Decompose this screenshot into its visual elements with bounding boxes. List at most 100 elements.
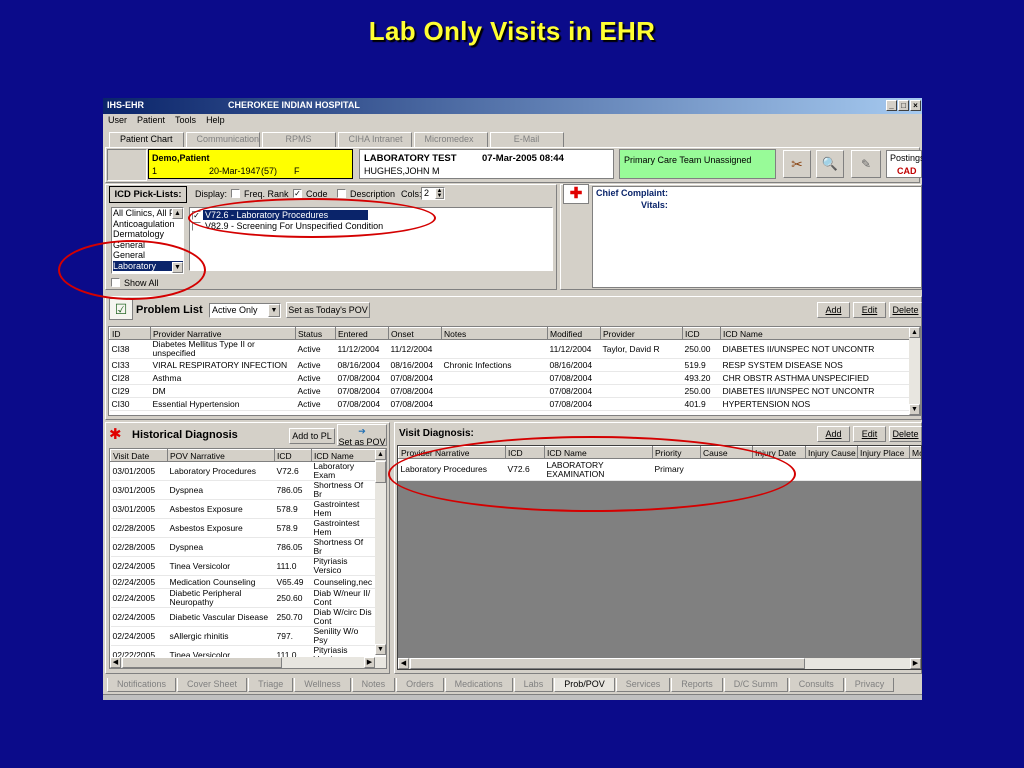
scroll-down-icon[interactable]: ▼ <box>375 644 386 655</box>
column-header[interactable]: Onset <box>388 327 442 340</box>
bottom-tab-medications[interactable]: Medications <box>444 678 513 692</box>
table-row[interactable]: CI38 Diabetes Mellitus Type II or unspeci… <box>109 339 913 359</box>
column-header[interactable]: ID <box>109 327 151 340</box>
visit-box[interactable]: LABORATORY TEST 07-Mar-2005 08:44 HUGHES… <box>359 149 614 179</box>
menu-patient[interactable]: Patient <box>137 115 165 129</box>
table-row[interactable]: CI33 VIRAL RESPIRATORY INFECTION Active 08/… <box>109 358 913 372</box>
edit-problem-button[interactable]: Edit <box>853 302 886 318</box>
scroll-thumb[interactable] <box>410 658 805 669</box>
column-header[interactable]: Notes <box>441 327 548 340</box>
column-header[interactable]: ICD <box>505 446 545 459</box>
column-header[interactable]: Status <box>295 327 336 340</box>
column-header[interactable]: ICD <box>682 327 721 340</box>
column-header[interactable]: Mod <box>909 446 921 459</box>
table-row[interactable]: CI29 DM Active 07/08/2004 07/08/2004 07/08/20… <box>109 384 913 398</box>
chevron-down-icon[interactable]: ▼ <box>268 304 280 317</box>
clinic-item[interactable]: Anticoagulation <box>113 219 183 230</box>
tab-rpms[interactable]: RPMS <box>261 132 336 147</box>
scroll-up-icon[interactable]: ▲ <box>172 208 183 219</box>
column-header[interactable]: Injury Cause <box>805 446 858 459</box>
clinic-item[interactable]: General <box>113 240 183 251</box>
icd-item-checkbox[interactable] <box>192 221 201 231</box>
column-header[interactable]: ICD <box>274 449 312 462</box>
table-row[interactable]: 02/24/2005 Tinea Versicolor 111.0 Pityriasi… <box>110 556 376 576</box>
maximize-button[interactable]: □ <box>898 100 909 111</box>
clinic-item[interactable]: General <box>113 250 183 261</box>
scroll-thumb[interactable] <box>122 657 282 668</box>
table-row[interactable]: CI28 Asthma Active 07/08/2004 07/08/2004 07/0… <box>109 371 913 385</box>
show-all-checkbox[interactable] <box>111 278 120 287</box>
historical-vscrollbar[interactable]: ▲ ▼ <box>375 449 386 655</box>
patient-box[interactable]: Demo,Patient 1 20-Mar-1947 (57) F <box>148 149 353 179</box>
historical-hscrollbar[interactable]: ◀ ▶ <box>110 657 386 668</box>
scroll-right-icon[interactable]: ▶ <box>364 657 375 668</box>
bottom-tab-services[interactable]: Services <box>615 678 671 692</box>
table-row[interactable]: 02/24/2005 sAllergic rhinitis 797. Senility… <box>110 626 376 646</box>
table-row[interactable]: 03/01/2005 Laboratory Procedures V72.6 Labo… <box>110 461 376 481</box>
tab-communication[interactable]: Communication <box>185 132 260 147</box>
icd-item[interactable]: ✓ V72.6 - Laboratory Procedures <box>192 210 368 220</box>
delete-visit-dx-button[interactable]: Delete <box>889 426 922 442</box>
scroll-right-icon[interactable]: ▶ <box>910 658 921 669</box>
tab-ciha-intranet[interactable]: CIHA Intranet <box>337 132 412 147</box>
bottom-tab-notes[interactable]: Notes <box>351 678 396 692</box>
table-row[interactable]: 02/24/2005 Medication Counseling V65.49 Cou… <box>110 575 376 589</box>
edit-visit-dx-button[interactable]: Edit <box>853 426 886 442</box>
bottom-tab-triage[interactable]: Triage <box>248 678 294 692</box>
bottom-tab-notifications[interactable]: Notifications <box>107 678 177 692</box>
column-header[interactable]: Provider Narrative <box>398 446 506 459</box>
tab-micromedex[interactable]: Micromedex <box>413 132 488 147</box>
problem-scrollbar[interactable]: ▲ ▼ <box>909 327 920 415</box>
table-row[interactable]: 02/28/2005 Asbestos Exposure 578.9 Gastroin… <box>110 518 376 538</box>
column-header[interactable]: Priority <box>652 446 701 459</box>
set-todays-pov-button[interactable]: Set as Today's POV <box>286 302 370 318</box>
bottom-tab-orders[interactable]: Orders <box>396 678 444 692</box>
tab-email[interactable]: E-Mail <box>489 132 564 147</box>
care-team-box[interactable]: Primary Care Team Unassigned <box>619 149 776 179</box>
freq-rank-checkbox[interactable] <box>231 189 240 198</box>
code-checkbox[interactable]: ✓ <box>293 189 302 198</box>
lookup-icon[interactable]: 🔍 <box>816 150 844 178</box>
column-header[interactable]: Injury Date <box>752 446 806 459</box>
add-visit-dx-button[interactable]: Add <box>817 426 850 442</box>
spinner-arrows-icon[interactable]: ▲ ▼ <box>435 188 444 199</box>
problem-filter-select[interactable]: Active Only ▼ <box>209 303 281 318</box>
table-row[interactable]: 03/01/2005 Asbestos Exposure 578.9 Gastroin… <box>110 499 376 519</box>
close-button[interactable]: × <box>910 100 921 111</box>
column-header[interactable]: Entered <box>335 327 389 340</box>
table-row[interactable]: 02/24/2005 Diabetic Peripheral Neuropathy… <box>110 588 376 608</box>
description-checkbox[interactable] <box>337 189 346 198</box>
table-row[interactable]: 02/28/2005 Dyspnea 786.05 Shortness Of Br <box>110 537 376 557</box>
set-as-pov-button[interactable]: ➔ Set as POV <box>337 424 387 447</box>
scroll-left-icon[interactable]: ◀ <box>398 658 409 669</box>
add-to-pl-button[interactable]: Add to PL <box>289 428 335 444</box>
table-row[interactable]: Laboratory Procedures V72.6 LABORATORY EXA… <box>398 458 921 481</box>
table-row[interactable]: CI30 Essential Hypertension Active 07/08/20… <box>109 397 913 411</box>
column-header[interactable]: ICD Name <box>720 327 913 340</box>
scroll-thumb[interactable] <box>375 461 386 483</box>
column-header[interactable]: Provider <box>600 327 683 340</box>
bottom-tab-cover-sheet[interactable]: Cover Sheet <box>177 678 248 692</box>
scroll-left-icon[interactable]: ◀ <box>110 657 121 668</box>
table-row[interactable]: 02/24/2005 Diabetic Vascular Disease 250.7… <box>110 607 376 627</box>
icd-item[interactable]: V82.9 - Screening For Unspecified Condit… <box>192 221 385 231</box>
reminder-icon[interactable]: ✂ <box>783 150 811 178</box>
column-header[interactable]: POV Narrative <box>167 449 275 462</box>
column-header[interactable]: Injury Place <box>857 446 910 459</box>
scroll-down-icon[interactable]: ▼ <box>172 262 183 273</box>
table-row[interactable]: 03/01/2005 Dyspnea 786.05 Shortness Of Br <box>110 480 376 500</box>
scroll-up-icon[interactable]: ▲ <box>375 449 386 460</box>
tab-patient-chart[interactable]: Patient Chart <box>109 132 184 147</box>
visit-diagnosis-hscrollbar[interactable]: ◀ ▶ <box>398 658 921 669</box>
menu-user[interactable]: User <box>108 115 127 129</box>
bottom-tab-labs[interactable]: Labs <box>513 678 554 692</box>
column-header[interactable]: Modified <box>547 327 601 340</box>
cols-spinner[interactable]: 2 ▲ ▼ <box>421 187 445 200</box>
bottom-tab-d-c-summ[interactable]: D/C Summ <box>723 678 788 692</box>
icd-picklists-button[interactable]: ICD Pick-Lists: <box>109 186 187 203</box>
bottom-tab-consults[interactable]: Consults <box>788 678 844 692</box>
icd-item-checkbox[interactable]: ✓ <box>192 210 201 220</box>
notes-icon[interactable]: ✎ <box>851 150 881 178</box>
bottom-tab-reports[interactable]: Reports <box>671 678 723 692</box>
delete-problem-button[interactable]: Delete <box>889 302 922 318</box>
